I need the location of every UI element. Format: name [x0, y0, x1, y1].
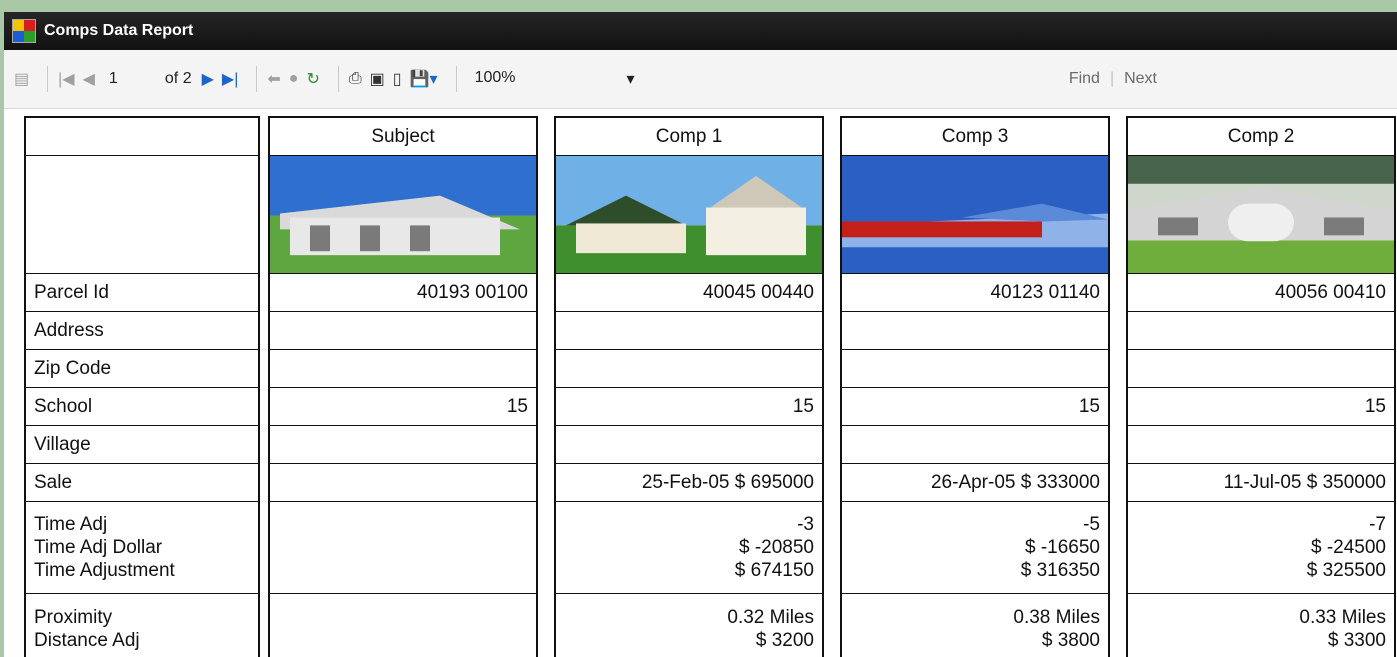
- comp2-proximity-block: 0.33 Miles $ 3300: [1128, 594, 1394, 657]
- subject-parcel: 40193 00100: [270, 274, 536, 312]
- comp2-zip: [1128, 350, 1394, 388]
- report-toolbar: ▤ |◀ ◀ 1 of 2 ▶ ▶| ⬅ ● ↻ ⎙ ▣ ▯ 💾▾ 100% ▾…: [4, 50, 1397, 109]
- column-header: Comp 2: [1128, 118, 1394, 156]
- export-icon[interactable]: 💾▾: [410, 69, 438, 89]
- comp1-time-block: -3 $ -20850 $ 674150: [556, 502, 822, 594]
- comp3-time-block: -5 $ -16650 $ 316350: [842, 502, 1108, 594]
- next-page-icon[interactable]: ▶: [202, 69, 214, 89]
- comp1-zip: [556, 350, 822, 388]
- comp1-column: Comp 1 40045 00440 15 25-Feb-05 $ 695000…: [554, 116, 824, 657]
- back-icon[interactable]: ⬅: [267, 69, 280, 89]
- comp1-time-adjustment: $ 674150: [734, 560, 814, 581]
- subject-zip: [270, 350, 536, 388]
- label-time-adj-dollar: Time Adj Dollar: [34, 537, 163, 558]
- stop-icon[interactable]: ●: [289, 70, 299, 88]
- comp3-proximity: 0.38 Miles: [1013, 606, 1100, 628]
- comp1-parcel: 40045 00440: [556, 274, 822, 312]
- label-distance-adj: Distance Adj: [34, 629, 140, 651]
- comp2-school: 15: [1128, 388, 1394, 426]
- label-time-block: Time Adj Time Adj Dollar Time Adjustment: [26, 502, 258, 594]
- label-proximity-block: Proximity Distance Adj: [26, 594, 258, 657]
- first-page-icon[interactable]: |◀: [58, 69, 74, 89]
- comp3-time-adjustment: $ 316350: [1020, 560, 1100, 581]
- label-zip: Zip Code: [26, 350, 258, 388]
- comp1-time-adj-dollar: $ -20850: [738, 537, 814, 558]
- prev-page-icon[interactable]: ◀: [83, 69, 95, 89]
- comp1-school: 15: [556, 388, 822, 426]
- comp2-time-adj: -7: [1369, 514, 1386, 535]
- label-sale: Sale: [26, 464, 258, 502]
- subject-address: [270, 312, 536, 350]
- label-time-adjustment: Time Adjustment: [34, 560, 175, 581]
- page-setup-icon[interactable]: ▯: [393, 69, 402, 89]
- zoom-dropdown[interactable]: 100% ▾: [475, 69, 635, 89]
- print-icon[interactable]: ⎙: [349, 70, 362, 88]
- report-window: Comps Data Report ▤ |◀ ◀ 1 of 2 ▶ ▶| ⬅ ●…: [4, 12, 1397, 657]
- label-village: Village: [26, 426, 258, 464]
- comp3-time-adj: -5: [1083, 514, 1100, 535]
- comp2-sale: 11-Jul-05 $ 350000: [1128, 464, 1394, 502]
- subject-sale: [270, 464, 536, 502]
- label-address: Address: [26, 312, 258, 350]
- comp3-distance-adj: $ 3800: [1041, 629, 1100, 651]
- comp2-distance-adj: $ 3300: [1327, 629, 1386, 651]
- print-layout-icon[interactable]: ▣: [370, 69, 385, 89]
- find-link[interactable]: Find: [1069, 70, 1100, 88]
- column-header: Comp 3: [842, 118, 1108, 156]
- comp1-distance-adj: $ 3200: [755, 629, 814, 651]
- property-photo: [270, 156, 536, 274]
- chevron-down-icon: ▾: [626, 71, 635, 88]
- comp2-time-block: -7 $ -24500 $ 325500: [1128, 502, 1394, 594]
- next-link[interactable]: Next: [1124, 70, 1157, 88]
- label-header: [26, 118, 258, 156]
- subject-column: Subject 40193 00100 15: [268, 116, 538, 657]
- comp3-time-adj-dollar: $ -16650: [1024, 537, 1100, 558]
- refresh-icon[interactable]: ↻: [306, 69, 319, 89]
- comp2-address: [1128, 312, 1394, 350]
- comp1-proximity-block: 0.32 Miles $ 3200: [556, 594, 822, 657]
- zoom-value: 100%: [474, 69, 516, 86]
- label-school: School: [26, 388, 258, 426]
- column-header: Subject: [270, 118, 536, 156]
- comp1-time-adj: -3: [797, 514, 814, 535]
- label-time-adj: Time Adj: [34, 514, 108, 535]
- subject-time-block: [270, 502, 536, 594]
- label-parcel: Parcel Id: [26, 274, 258, 312]
- comp2-parcel: 40056 00410: [1128, 274, 1394, 312]
- page-number-input[interactable]: 1: [103, 70, 165, 88]
- comp3-address: [842, 312, 1108, 350]
- column-header: Comp 1: [556, 118, 822, 156]
- comp2-column: Comp 2 40056 00410 15 11-Jul-05 $ 350000…: [1126, 116, 1396, 657]
- comp1-sale: 25-Feb-05 $ 695000: [556, 464, 822, 502]
- comp3-zip: [842, 350, 1108, 388]
- comp2-time-adj-dollar: $ -24500: [1310, 537, 1386, 558]
- label-proximity: Proximity: [34, 606, 113, 628]
- comp3-sale: 26-Apr-05 $ 333000: [842, 464, 1108, 502]
- title-bar: Comps Data Report: [4, 12, 1397, 50]
- property-photo: [556, 156, 822, 274]
- subject-proximity-block: [270, 594, 536, 657]
- subject-village: [270, 426, 536, 464]
- comp2-proximity: 0.33 Miles: [1299, 606, 1386, 628]
- comp1-proximity: 0.32 Miles: [727, 606, 814, 628]
- comp3-parcel: 40123 01140: [842, 274, 1108, 312]
- comp3-school: 15: [842, 388, 1108, 426]
- comp1-address: [556, 312, 822, 350]
- comp3-proximity-block: 0.38 Miles $ 3800: [842, 594, 1108, 657]
- property-photo: [1128, 156, 1394, 274]
- comp3-village: [842, 426, 1108, 464]
- last-page-icon[interactable]: ▶|: [222, 69, 238, 89]
- subject-school: 15: [270, 388, 536, 426]
- label-column: Parcel Id Address Zip Code School Villag…: [24, 116, 260, 657]
- comp3-column: Comp 3 40123 01140 15 26-Apr-05 $ 333000…: [840, 116, 1110, 657]
- window-title: Comps Data Report: [44, 22, 194, 39]
- comp2-village: [1128, 426, 1394, 464]
- comp1-village: [556, 426, 822, 464]
- report-app-icon: [12, 19, 36, 43]
- document-map-icon[interactable]: ▤: [14, 69, 29, 89]
- comp2-time-adjustment: $ 325500: [1306, 560, 1386, 581]
- page-count-label: of 2: [164, 70, 192, 87]
- label-image-cell: [26, 156, 258, 274]
- property-photo: [842, 156, 1108, 274]
